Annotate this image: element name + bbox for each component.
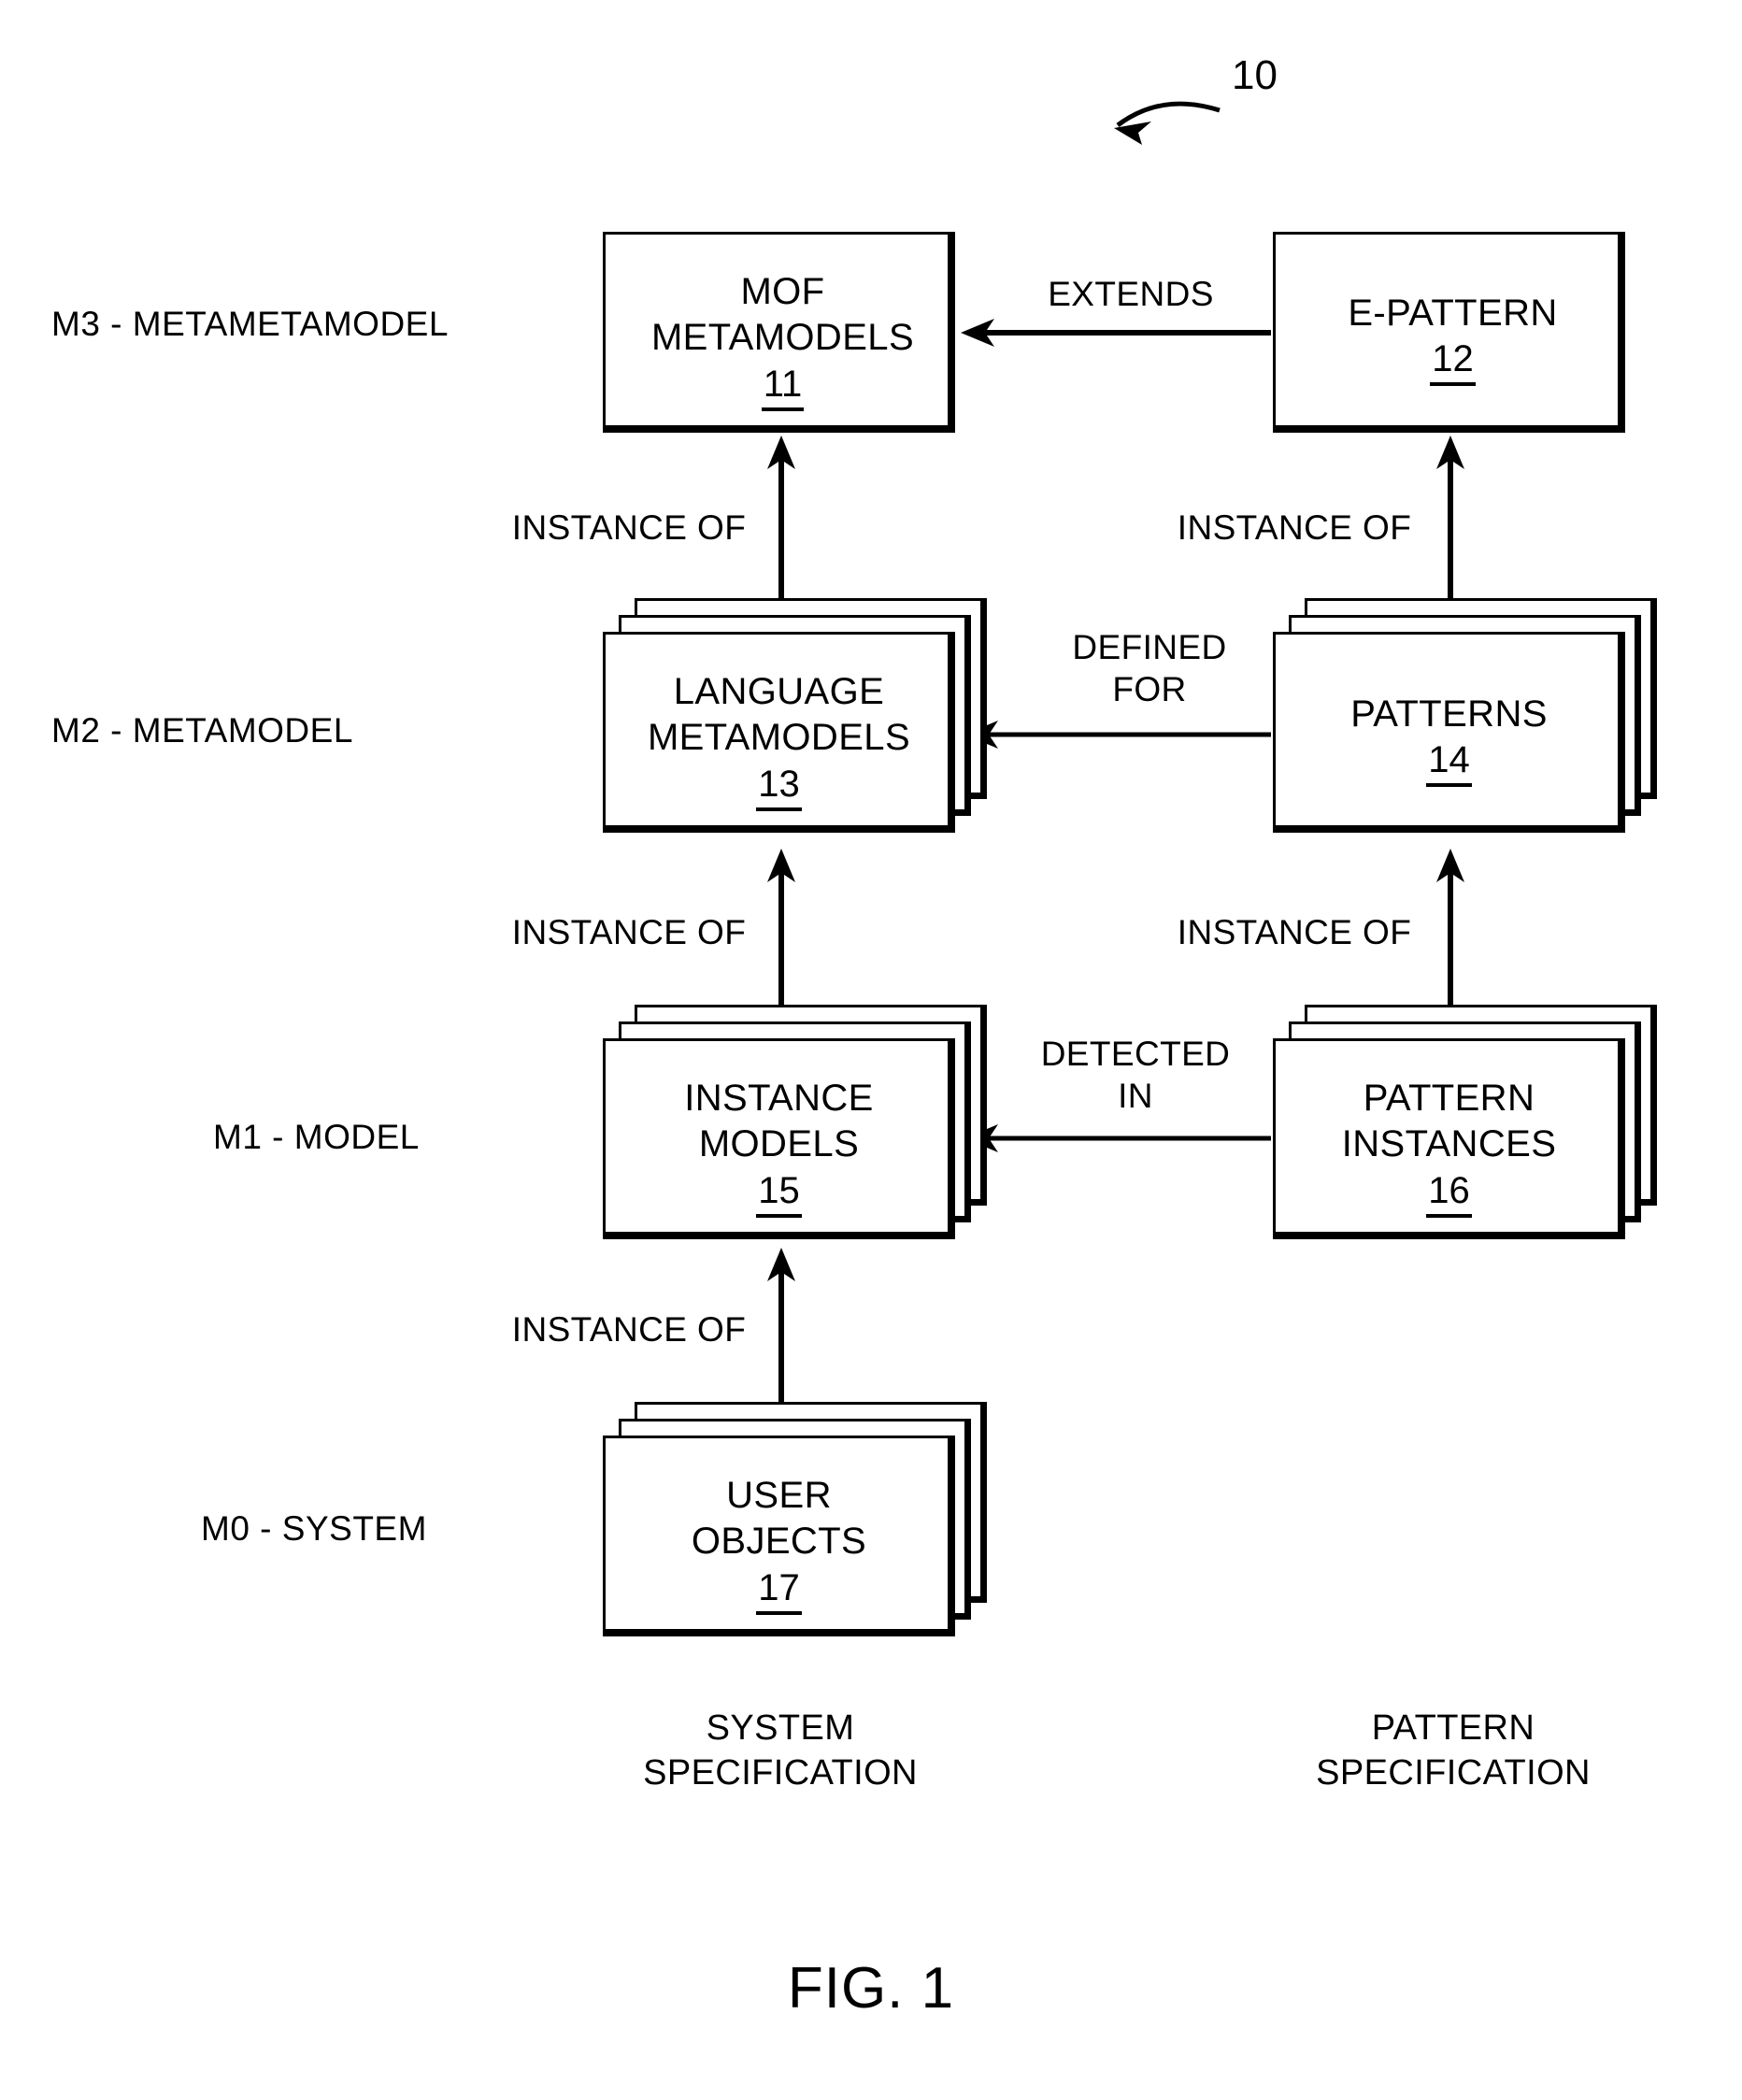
row-label-m1: M1 - MODEL xyxy=(213,1118,420,1156)
box-user-objects[interactable]: USER OBJECTS 17 xyxy=(603,1402,995,1645)
box-patterns[interactable]: PATTERNS 14 xyxy=(1273,598,1665,841)
box-language-metamodels[interactable]: LANGUAGE METAMODELS 13 xyxy=(603,598,995,841)
connector-label-instance-of-right-m2: INSTANCE OF xyxy=(1177,913,1412,951)
figure-caption: FIG. 1 xyxy=(787,1956,955,2021)
row-label-m2: M2 - METAMODEL xyxy=(51,711,353,750)
connector-label-instance-of-right-m3: INSTANCE OF xyxy=(1177,508,1412,547)
connector-label-instance-of-left-m3: INSTANCE OF xyxy=(511,508,747,547)
box-pattern-instances-title: PATTERN INSTANCES xyxy=(1341,1078,1557,1164)
row-label-m3: M3 - METAMETAMODEL xyxy=(51,305,449,343)
box-mof-metamodels[interactable]: MOF METAMODELS 11 xyxy=(603,232,963,439)
box-mof-metamodels-title: MOF METAMODELS xyxy=(650,271,915,358)
connector-label-instance-of-left-m2: INSTANCE OF xyxy=(511,913,747,951)
box-patterns-ref: 14 xyxy=(1273,738,1625,787)
box-instance-models[interactable]: INSTANCE MODELS 15 xyxy=(603,1005,995,1248)
connector-label-defined-for: DEFINED FOR xyxy=(1072,628,1227,708)
column-caption-pattern-specification: PATTERN SPECIFICATION xyxy=(1316,1708,1591,1793)
box-instance-models-title: INSTANCE MODELS xyxy=(684,1078,874,1164)
box-e-pattern-title: E-PATTERN xyxy=(1348,293,1558,334)
connector-label-extends: EXTENDS xyxy=(1048,275,1214,313)
box-patterns-title: PATTERNS xyxy=(1350,693,1548,735)
box-instance-models-ref: 15 xyxy=(603,1169,955,1218)
column-caption-system-specification: SYSTEM SPECIFICATION xyxy=(643,1708,918,1793)
box-user-objects-ref: 17 xyxy=(603,1566,955,1615)
box-e-pattern[interactable]: E-PATTERN 12 xyxy=(1273,232,1633,439)
box-e-pattern-ref: 12 xyxy=(1273,337,1633,386)
figure-canvas: 10 M3 - METAMETAMODEL M2 - METAMODEL M1 … xyxy=(0,0,1742,2100)
box-language-metamodels-ref: 13 xyxy=(603,763,955,811)
figure-lead-number: 10 xyxy=(1232,52,1278,98)
box-language-metamodels-title: LANGUAGE METAMODELS xyxy=(647,671,911,758)
box-pattern-instances[interactable]: PATTERN INSTANCES 16 xyxy=(1273,1005,1665,1248)
connector-label-instance-of-left-m1: INSTANCE OF xyxy=(511,1310,747,1349)
box-pattern-instances-ref: 16 xyxy=(1273,1169,1625,1218)
box-mof-metamodels-ref: 11 xyxy=(603,363,963,411)
row-label-m0: M0 - SYSTEM xyxy=(201,1509,427,1548)
box-user-objects-title: USER OBJECTS xyxy=(691,1475,867,1562)
connector-label-detected-in: DETECTED IN xyxy=(1040,1035,1231,1115)
